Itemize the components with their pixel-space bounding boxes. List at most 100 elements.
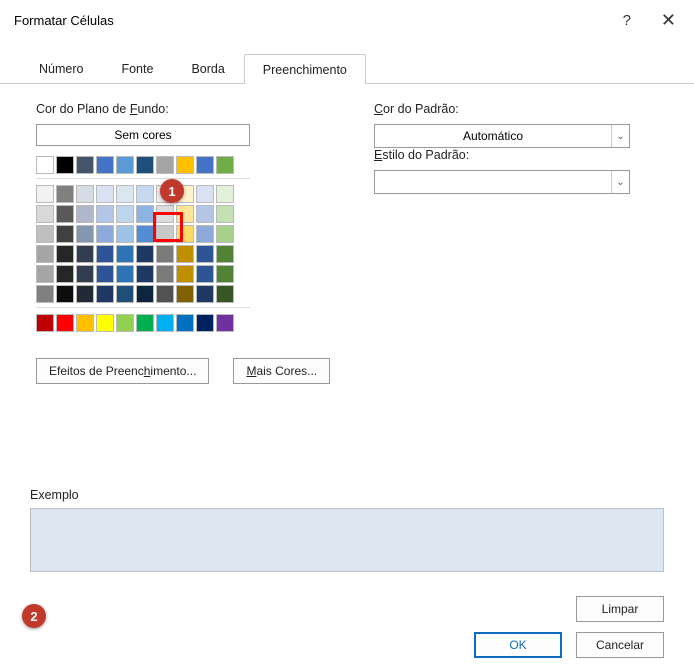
color-swatch[interactable] [216, 245, 234, 263]
color-swatch[interactable] [196, 225, 214, 243]
color-swatch[interactable] [216, 185, 234, 203]
color-swatch[interactable] [76, 314, 94, 332]
color-swatch[interactable] [56, 185, 74, 203]
color-swatch[interactable] [96, 314, 114, 332]
color-swatch[interactable] [116, 185, 134, 203]
color-swatch[interactable] [216, 314, 234, 332]
color-swatch[interactable] [76, 245, 94, 263]
color-swatch[interactable] [116, 265, 134, 283]
color-swatch[interactable] [176, 225, 194, 243]
color-swatch[interactable] [96, 245, 114, 263]
color-swatch[interactable] [196, 314, 214, 332]
color-swatch[interactable] [136, 205, 154, 223]
color-swatch[interactable] [36, 156, 54, 174]
color-swatch[interactable] [56, 156, 74, 174]
color-swatch[interactable] [36, 265, 54, 283]
footer-buttons: OK Cancelar 2 [30, 632, 664, 658]
chevron-down-icon: ⌄ [611, 125, 629, 147]
color-swatch[interactable] [96, 156, 114, 174]
color-swatch[interactable] [196, 285, 214, 303]
color-swatch[interactable] [156, 225, 174, 243]
tab-fonte[interactable]: Fonte [102, 53, 172, 83]
color-swatch[interactable] [76, 265, 94, 283]
color-swatch[interactable] [196, 265, 214, 283]
tab-numero[interactable]: Número [20, 53, 102, 83]
color-swatch[interactable] [136, 285, 154, 303]
color-swatch[interactable] [156, 265, 174, 283]
color-swatch[interactable] [96, 265, 114, 283]
color-swatch[interactable] [56, 225, 74, 243]
color-swatch[interactable] [216, 225, 234, 243]
pattern-style-dropdown[interactable]: ⌄ [374, 170, 630, 194]
color-swatch[interactable] [116, 314, 134, 332]
color-swatch[interactable] [56, 245, 74, 263]
color-swatch[interactable] [56, 314, 74, 332]
color-swatch[interactable] [116, 285, 134, 303]
color-swatch[interactable] [156, 185, 174, 203]
color-swatch[interactable] [216, 205, 234, 223]
tab-preenchimento[interactable]: Preenchimento [244, 54, 366, 84]
color-swatch[interactable] [176, 205, 194, 223]
color-swatch[interactable] [116, 225, 134, 243]
color-swatch[interactable] [176, 185, 194, 203]
color-swatch[interactable] [136, 185, 154, 203]
color-swatch[interactable] [176, 156, 194, 174]
color-swatch[interactable] [56, 265, 74, 283]
color-swatch[interactable] [156, 156, 174, 174]
color-swatch[interactable] [76, 205, 94, 223]
color-swatch[interactable] [76, 156, 94, 174]
color-swatch[interactable] [36, 225, 54, 243]
color-swatch[interactable] [156, 314, 174, 332]
color-swatch[interactable] [136, 245, 154, 263]
color-swatch[interactable] [96, 185, 114, 203]
ok-button[interactable]: OK [474, 632, 562, 658]
color-swatch[interactable] [156, 285, 174, 303]
color-swatch[interactable] [116, 156, 134, 174]
no-color-button[interactable]: Sem cores [36, 124, 250, 146]
color-swatch[interactable] [196, 205, 214, 223]
color-swatch[interactable] [216, 265, 234, 283]
color-swatch[interactable] [136, 314, 154, 332]
color-swatch[interactable] [76, 225, 94, 243]
color-swatch[interactable] [216, 156, 234, 174]
color-swatch[interactable] [96, 285, 114, 303]
color-swatch[interactable] [76, 185, 94, 203]
color-swatch[interactable] [176, 265, 194, 283]
color-palette [36, 152, 336, 340]
color-swatch[interactable] [196, 185, 214, 203]
cancel-button[interactable]: Cancelar [576, 632, 664, 658]
pattern-color-dropdown[interactable]: Automático ⌄ [374, 124, 630, 148]
color-swatch[interactable] [36, 205, 54, 223]
color-swatch[interactable] [116, 205, 134, 223]
fill-effects-button[interactable]: Efeitos de Preenchimento... [36, 358, 209, 384]
color-swatch[interactable] [36, 245, 54, 263]
color-swatch[interactable] [76, 285, 94, 303]
color-swatch[interactable] [196, 156, 214, 174]
color-swatch[interactable] [116, 245, 134, 263]
color-swatch[interactable] [176, 314, 194, 332]
help-icon[interactable]: ? [619, 10, 635, 31]
pattern-color-value: Automático [375, 125, 611, 147]
color-swatch[interactable] [56, 205, 74, 223]
color-swatch[interactable] [56, 285, 74, 303]
color-swatch[interactable] [216, 285, 234, 303]
example-label: Exemplo [30, 488, 664, 502]
color-swatch[interactable] [136, 265, 154, 283]
clear-button[interactable]: Limpar [576, 596, 664, 622]
color-swatch[interactable] [36, 285, 54, 303]
color-swatch[interactable] [96, 225, 114, 243]
color-swatch[interactable] [36, 185, 54, 203]
pattern-style-label: Estilo do Padrão: [374, 148, 654, 162]
color-swatch[interactable] [176, 245, 194, 263]
color-swatch[interactable] [176, 285, 194, 303]
tab-borda[interactable]: Borda [172, 53, 243, 83]
color-swatch[interactable] [156, 205, 174, 223]
color-swatch[interactable] [136, 156, 154, 174]
color-swatch[interactable] [96, 205, 114, 223]
color-swatch[interactable] [156, 245, 174, 263]
color-swatch[interactable] [136, 225, 154, 243]
color-swatch[interactable] [36, 314, 54, 332]
more-colors-button[interactable]: Mais Cores... [233, 358, 330, 384]
close-icon[interactable]: ✕ [657, 8, 680, 33]
color-swatch[interactable] [196, 245, 214, 263]
